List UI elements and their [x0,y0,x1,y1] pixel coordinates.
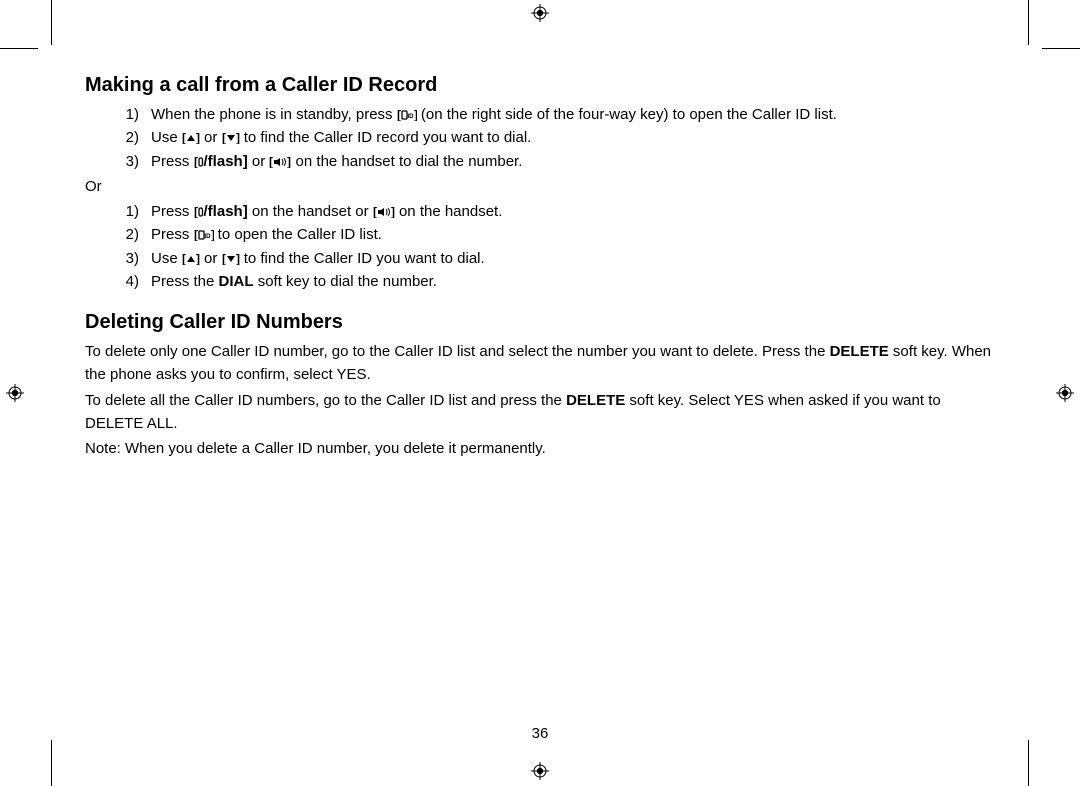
speaker-key-icon: [] [373,206,395,218]
flash-key-label: [/flash] [194,203,248,220]
paragraph: To delete all the Caller ID numbers, go … [85,389,1000,436]
speaker-key-icon: [] [269,156,291,168]
registration-mark-icon [1056,384,1074,402]
talk-key-icon: [ [194,206,204,218]
paragraph: To delete only one Caller ID number, go … [85,340,1000,387]
svg-text:[: [ [194,206,198,218]
page-content: Making a call from a Caller ID Record Wh… [85,74,1000,462]
up-key-icon: [] [182,253,200,265]
step-text: or [200,129,222,146]
crop-mark [51,740,52,786]
or-separator: Or [85,175,1000,198]
delete-softkey-label: DELETE [830,343,889,360]
heading-making-call: Making a call from a Caller ID Record [85,74,1000,97]
step-text: Press [151,203,194,220]
page-number: 36 [0,725,1080,742]
svg-text:[: [ [194,229,198,241]
list-item: Use [] or [] to find the Caller ID recor… [145,126,1000,149]
step-text: on the handset or [248,203,373,220]
registration-mark-icon [6,384,24,402]
crop-mark [0,48,38,49]
down-key-icon: [] [222,132,240,144]
step-text: Press the [151,273,219,290]
list-item: Press the DIAL soft key to dial the numb… [145,270,1000,293]
step-text: on the handset to dial the number. [291,153,522,170]
cid-key-icon: [ID] [397,109,417,121]
para-text: To delete all the Caller ID numbers, go … [85,392,566,409]
step-text: or [248,153,270,170]
paragraph: Note: When you delete a Caller ID number… [85,437,1000,460]
svg-text:[: [ [222,253,226,265]
up-key-icon: [] [182,132,200,144]
steps-list-b: Press [/flash] on the handset or [] on t… [85,200,1000,293]
step-text: to open the Caller ID list. [214,226,382,243]
list-item: Use [] or [] to find the Caller ID you w… [145,247,1000,270]
crop-mark [1028,0,1029,45]
dial-softkey-label: DIAL [219,273,254,290]
para-text: To delete only one Caller ID number, go … [85,343,830,360]
crop-mark [51,0,52,45]
step-text: Use [151,129,182,146]
registration-mark-icon [531,4,549,22]
svg-text:[: [ [397,109,401,121]
flash-key-label: [/flash] [194,153,248,170]
section-deleting: Deleting Caller ID Numbers To delete onl… [85,311,1000,460]
step-text: (on the right side of the four-way key) … [417,106,837,123]
talk-key-icon: [ [194,156,204,168]
step-text: to find the Caller ID you want to dial. [240,250,485,267]
svg-text:[: [ [269,156,273,168]
step-text: Use [151,250,182,267]
step-text: When the phone is in standby, press [151,106,397,123]
heading-deleting: Deleting Caller ID Numbers [85,311,1000,334]
crop-mark [1028,740,1029,786]
svg-text:[: [ [373,206,377,218]
list-item: Press [/flash] or [] on the handset to d… [145,150,1000,173]
step-text: Press [151,153,194,170]
step-text: Press [151,226,194,243]
delete-softkey-label: DELETE [566,392,625,409]
steps-list-a: When the phone is in standby, press [ID]… [85,103,1000,173]
step-text: to find the Caller ID record you want to… [240,129,532,146]
svg-text:[: [ [194,156,198,168]
crop-mark [1042,48,1080,49]
svg-text:[: [ [182,253,186,265]
svg-text:[: [ [222,132,226,144]
step-text: on the handset. [395,203,503,220]
down-key-icon: [] [222,253,240,265]
step-text: soft key to dial the number. [254,273,437,290]
step-text: or [200,250,222,267]
svg-text:[: [ [182,132,186,144]
registration-mark-icon [531,762,549,780]
list-item: Press [ID] to open the Caller ID list. [145,223,1000,246]
list-item: Press [/flash] on the handset or [] on t… [145,200,1000,223]
cid-key-icon: [ID] [194,229,214,241]
list-item: When the phone is in standby, press [ID]… [145,103,1000,126]
